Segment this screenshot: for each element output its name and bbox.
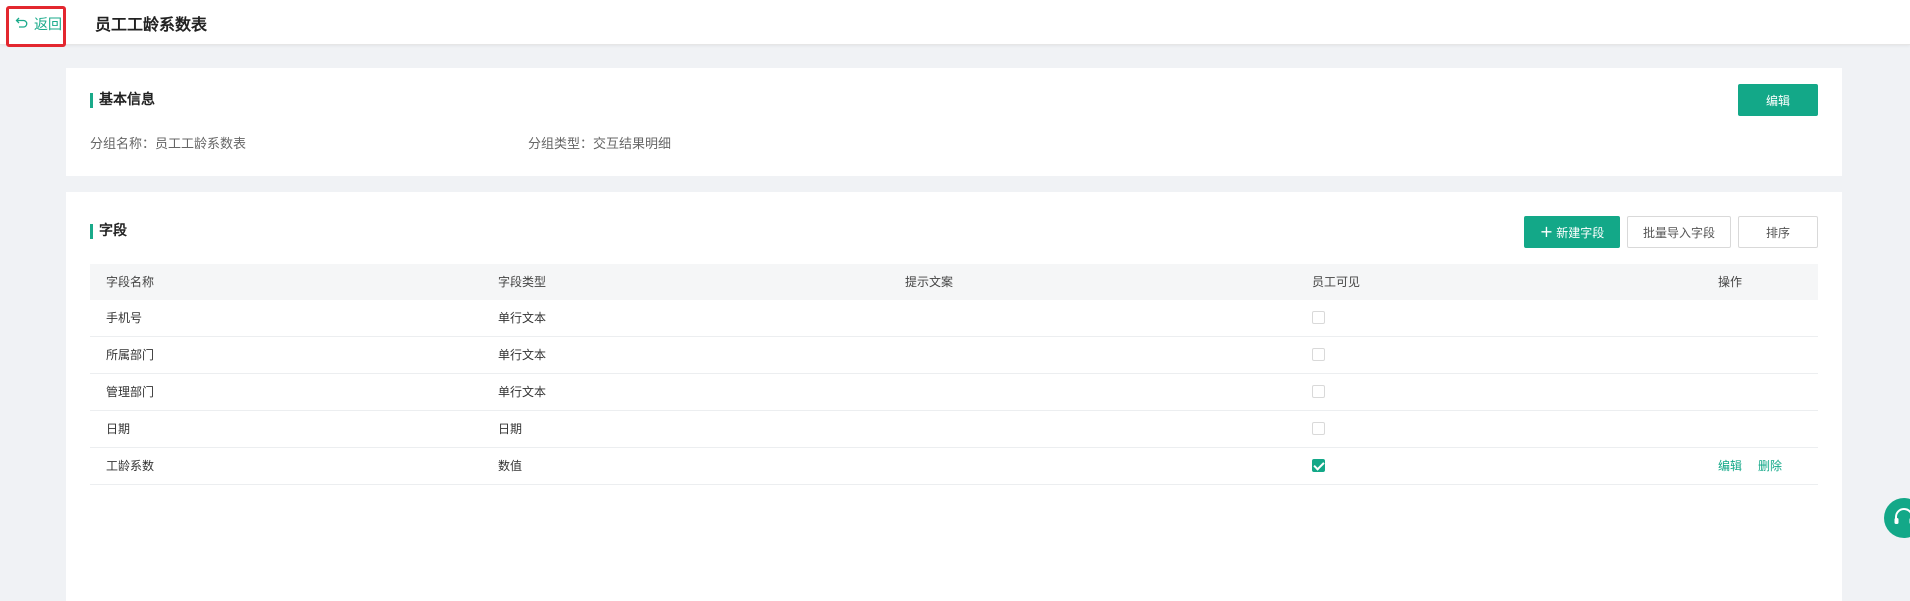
basic-info-edit-button[interactable]: 编辑 — [1738, 84, 1818, 116]
column-header: 提示文案 — [905, 275, 954, 289]
table-row: 工龄系数 数值 编辑 删除 — [90, 448, 1818, 485]
group-name-value: 员工工龄系数表 — [155, 137, 247, 152]
table-row: 日期 日期 — [90, 411, 1818, 448]
table-row: 手机号 单行文本 — [90, 300, 1818, 337]
visible-checkbox[interactable] — [1312, 348, 1325, 361]
table-row: 所属部门 单行文本 — [90, 337, 1818, 374]
basic-info-card: 基本信息 编辑 分组名称：员工工龄系数表 分组类型：交互结果明细 — [66, 68, 1842, 176]
field-name: 手机号 — [106, 311, 143, 325]
support-button[interactable] — [1884, 498, 1910, 538]
new-field-label: 新建字段 — [1556, 225, 1605, 240]
field-type: 日期 — [498, 422, 523, 436]
group-type-info: 分组类型：交互结果明细 — [528, 133, 671, 152]
table-header: 字段名称 字段类型 提示文案 员工可见 操作 — [90, 264, 1818, 300]
top-bar: 返回 员工工龄系数表 — [0, 0, 1910, 47]
batch-import-button[interactable]: 批量导入字段 — [1627, 216, 1731, 248]
back-button[interactable]: 返回 — [6, 6, 66, 47]
field-name: 日期 — [106, 422, 131, 436]
visible-checkbox[interactable] — [1312, 311, 1325, 324]
undo-arrow-icon — [15, 15, 29, 29]
row-edit-link[interactable]: 编辑 — [1718, 448, 1742, 484]
column-header: 字段类型 — [498, 275, 547, 289]
basic-info-title: 基本信息 — [90, 93, 155, 108]
back-label: 返回 — [34, 17, 62, 33]
fields-card: 字段 + 新建字段 批量导入字段 排序 字段名称 字段类型 提示文案 员工可见 … — [66, 192, 1842, 601]
column-header: 字段名称 — [106, 275, 155, 289]
column-header: 操作 — [1718, 275, 1743, 289]
group-name-info: 分组名称：员工工龄系数表 — [90, 133, 246, 152]
group-type-label: 分组类型： — [528, 137, 594, 152]
field-type: 单行文本 — [498, 385, 547, 399]
field-name: 所属部门 — [106, 348, 155, 362]
field-type: 单行文本 — [498, 311, 547, 325]
page-title: 员工工龄系数表 — [95, 15, 208, 34]
visible-checkbox-checked[interactable] — [1312, 459, 1325, 472]
field-name: 管理部门 — [106, 385, 155, 399]
sort-button[interactable]: 排序 — [1738, 216, 1818, 248]
headset-icon — [1894, 508, 1910, 524]
row-delete-link[interactable]: 删除 — [1758, 448, 1782, 484]
column-header: 员工可见 — [1312, 275, 1361, 289]
visible-checkbox[interactable] — [1312, 385, 1325, 398]
fields-title: 字段 — [90, 224, 127, 239]
field-name: 工龄系数 — [106, 459, 155, 473]
field-type: 单行文本 — [498, 348, 547, 362]
group-name-label: 分组名称： — [90, 137, 156, 152]
new-field-button[interactable]: + 新建字段 — [1524, 216, 1620, 248]
fields-table: 字段名称 字段类型 提示文案 员工可见 操作 手机号 单行文本 所属部门 单行文… — [90, 264, 1818, 485]
group-type-value: 交互结果明细 — [593, 137, 672, 152]
plus-icon: + — [1539, 222, 1554, 241]
visible-checkbox[interactable] — [1312, 422, 1325, 435]
table-row: 管理部门 单行文本 — [90, 374, 1818, 411]
field-type: 数值 — [498, 459, 523, 473]
